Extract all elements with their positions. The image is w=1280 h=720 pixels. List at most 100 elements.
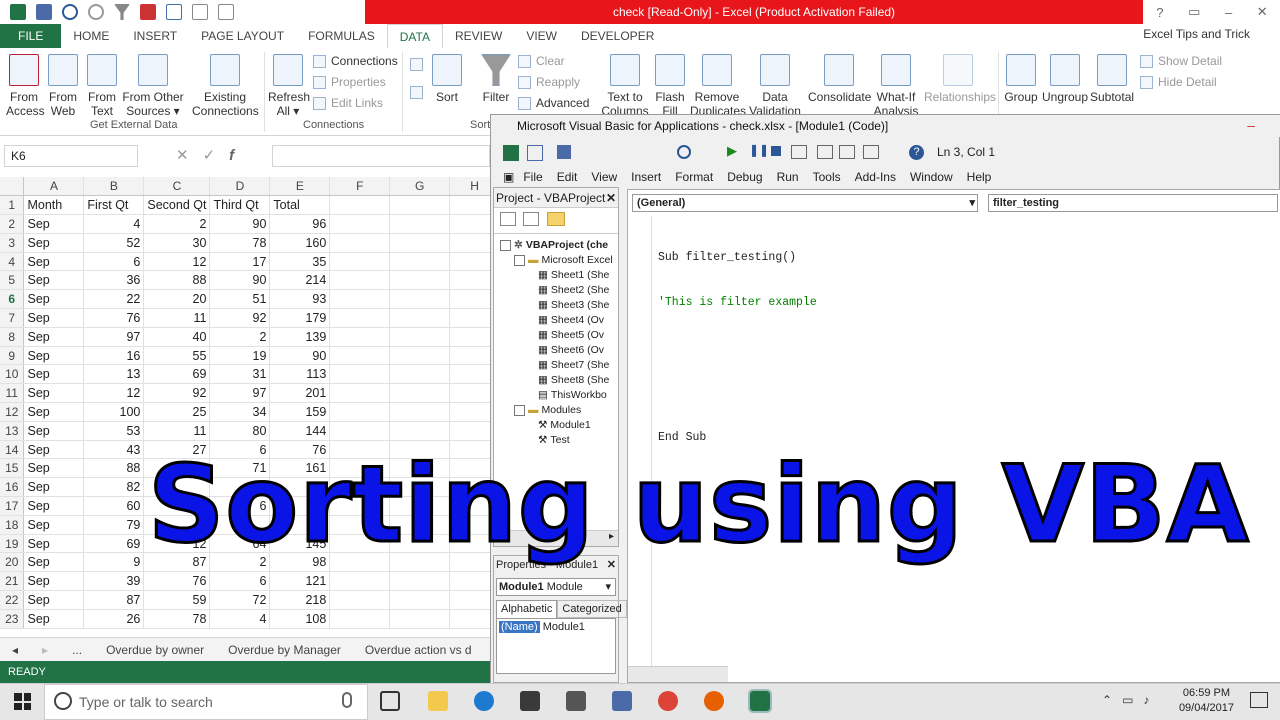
filter-button[interactable]: Filter <box>480 54 512 104</box>
text-to-columns-button[interactable]: Text to Columns <box>600 54 650 118</box>
cell[interactable] <box>329 270 391 291</box>
from-access-button[interactable]: From Access <box>6 54 45 118</box>
tab-review[interactable]: REVIEW <box>443 24 514 48</box>
sheet-tab-overdue-action[interactable]: Overdue action vs d <box>353 643 484 657</box>
cell[interactable]: 26 <box>83 609 145 629</box>
row-header[interactable]: 21 <box>0 571 25 592</box>
row-header[interactable]: 22 <box>0 590 25 610</box>
properties-object-select[interactable]: Module1 Module ▾ <box>496 578 616 596</box>
cell[interactable]: 96 <box>269 214 331 234</box>
menu-edit[interactable]: Edit <box>550 170 585 184</box>
minimize-icon[interactable]: – <box>1225 5 1232 20</box>
cell[interactable]: 82 <box>83 477 145 498</box>
cell[interactable]: Total <box>269 195 331 216</box>
cell[interactable]: 80 <box>209 421 271 441</box>
sheet-tab-overdue-manager[interactable]: Overdue by Manager <box>216 643 353 657</box>
tab-home[interactable]: HOME <box>61 24 121 48</box>
column-header[interactable]: B <box>83 177 145 197</box>
property-value[interactable]: Module1 <box>543 621 585 633</box>
cancel-icon[interactable]: ✕ <box>176 147 203 164</box>
view-excel-icon[interactable] <box>503 145 519 161</box>
cell[interactable] <box>329 327 391 347</box>
run-icon[interactable]: ▶ <box>727 143 737 159</box>
name-box[interactable]: K6 <box>4 145 138 167</box>
row-header[interactable]: 18 <box>0 515 25 535</box>
cell[interactable]: 90 <box>269 346 331 366</box>
cell[interactable] <box>329 195 391 216</box>
cell[interactable]: 92 <box>209 308 271 328</box>
cell[interactable]: 25 <box>143 402 211 422</box>
cell[interactable] <box>389 214 451 234</box>
dropdown-icon[interactable]: ▾ <box>969 195 975 211</box>
cell[interactable]: 76 <box>143 571 211 592</box>
cell[interactable]: 43 <box>83 440 145 460</box>
firefox-icon[interactable] <box>704 691 724 711</box>
tab-file[interactable]: FILE <box>0 24 62 48</box>
cell[interactable] <box>389 252 451 272</box>
cell[interactable]: Sep <box>23 590 85 610</box>
cell[interactable]: 6 <box>209 571 271 592</box>
row-header[interactable]: 13 <box>0 421 25 441</box>
cell[interactable]: 52 <box>83 233 145 253</box>
clock[interactable]: 06:59 PM 09/04/2017 <box>1179 686 1234 716</box>
cell[interactable] <box>389 308 451 328</box>
tree-modules[interactable]: ▬ Modules <box>500 403 618 418</box>
property-key[interactable]: (Name) <box>499 621 540 633</box>
from-web-button[interactable]: From Web <box>46 54 80 118</box>
tree-sheet7[interactable]: ▦ Sheet7 (She <box>500 358 618 373</box>
tab-insert[interactable]: INSERT <box>121 24 189 48</box>
cell[interactable]: Sep <box>23 233 85 253</box>
file-explorer-icon[interactable] <box>428 691 448 711</box>
cell[interactable] <box>329 233 391 253</box>
cell[interactable]: 51 <box>209 289 271 310</box>
menu-tools[interactable]: Tools <box>806 170 848 184</box>
taskbar-search[interactable]: Type or talk to search <box>44 684 368 720</box>
menu-format[interactable]: Format <box>668 170 720 184</box>
row-header[interactable]: 15 <box>0 458 25 479</box>
cell[interactable] <box>389 195 451 216</box>
cell[interactable] <box>389 233 451 253</box>
vba-help-icon[interactable]: ? <box>909 145 924 160</box>
tree-sheet6[interactable]: ▦ Sheet6 (Ov <box>500 343 618 358</box>
cell[interactable]: Sep <box>23 477 85 498</box>
cell[interactable]: 4 <box>83 214 145 234</box>
menu-run[interactable]: Run <box>770 170 806 184</box>
tree-excel-objects[interactable]: ▬ Microsoft Excel <box>500 253 618 268</box>
print-icon[interactable] <box>192 4 208 20</box>
cell[interactable]: Sep <box>23 383 85 404</box>
cell[interactable]: Sep <box>23 252 85 272</box>
sort-az-button[interactable] <box>410 58 423 71</box>
cell[interactable]: 160 <box>269 233 331 253</box>
cell[interactable]: 90 <box>209 214 271 234</box>
cell[interactable]: 2 <box>143 214 211 234</box>
cell[interactable] <box>389 402 451 422</box>
cell[interactable]: Sep <box>23 609 85 629</box>
cell[interactable]: 90 <box>209 270 271 291</box>
cell[interactable]: Sep <box>23 214 85 234</box>
select-all-corner[interactable] <box>0 177 25 197</box>
task-view-icon[interactable] <box>380 691 400 711</box>
cell[interactable] <box>329 289 391 310</box>
cell[interactable]: 36 <box>83 270 145 291</box>
reset-icon[interactable] <box>771 146 781 156</box>
vba-minimize-icon[interactable]: – <box>1247 117 1255 133</box>
clear-button[interactable]: Clear <box>518 54 565 68</box>
tab-developer[interactable]: DEVELOPER <box>569 24 666 48</box>
consolidate-button[interactable]: Consolidate <box>808 54 871 104</box>
cell[interactable]: Sep <box>23 402 85 422</box>
cell[interactable]: 179 <box>269 308 331 328</box>
object-combo[interactable]: (General) ▾ <box>632 194 978 212</box>
menu-window[interactable]: Window <box>903 170 960 184</box>
network-icon[interactable]: ▭ <box>1122 693 1143 707</box>
tree-module1[interactable]: ⚒ Module1 <box>500 418 618 433</box>
cell[interactable] <box>389 590 451 610</box>
cell[interactable]: 88 <box>143 270 211 291</box>
tree-thisworkbook[interactable]: ▤ ThisWorkbo <box>500 388 618 403</box>
row-header[interactable]: 8 <box>0 327 25 347</box>
row-header[interactable]: 6 <box>0 289 25 310</box>
subtotal-button[interactable]: Subtotal <box>1090 54 1134 104</box>
cell[interactable]: 30 <box>143 233 211 253</box>
menu-view[interactable]: View <box>584 170 624 184</box>
sheet-nav-right-icon[interactable]: ▸ <box>30 643 60 657</box>
column-header[interactable]: E <box>269 177 331 197</box>
